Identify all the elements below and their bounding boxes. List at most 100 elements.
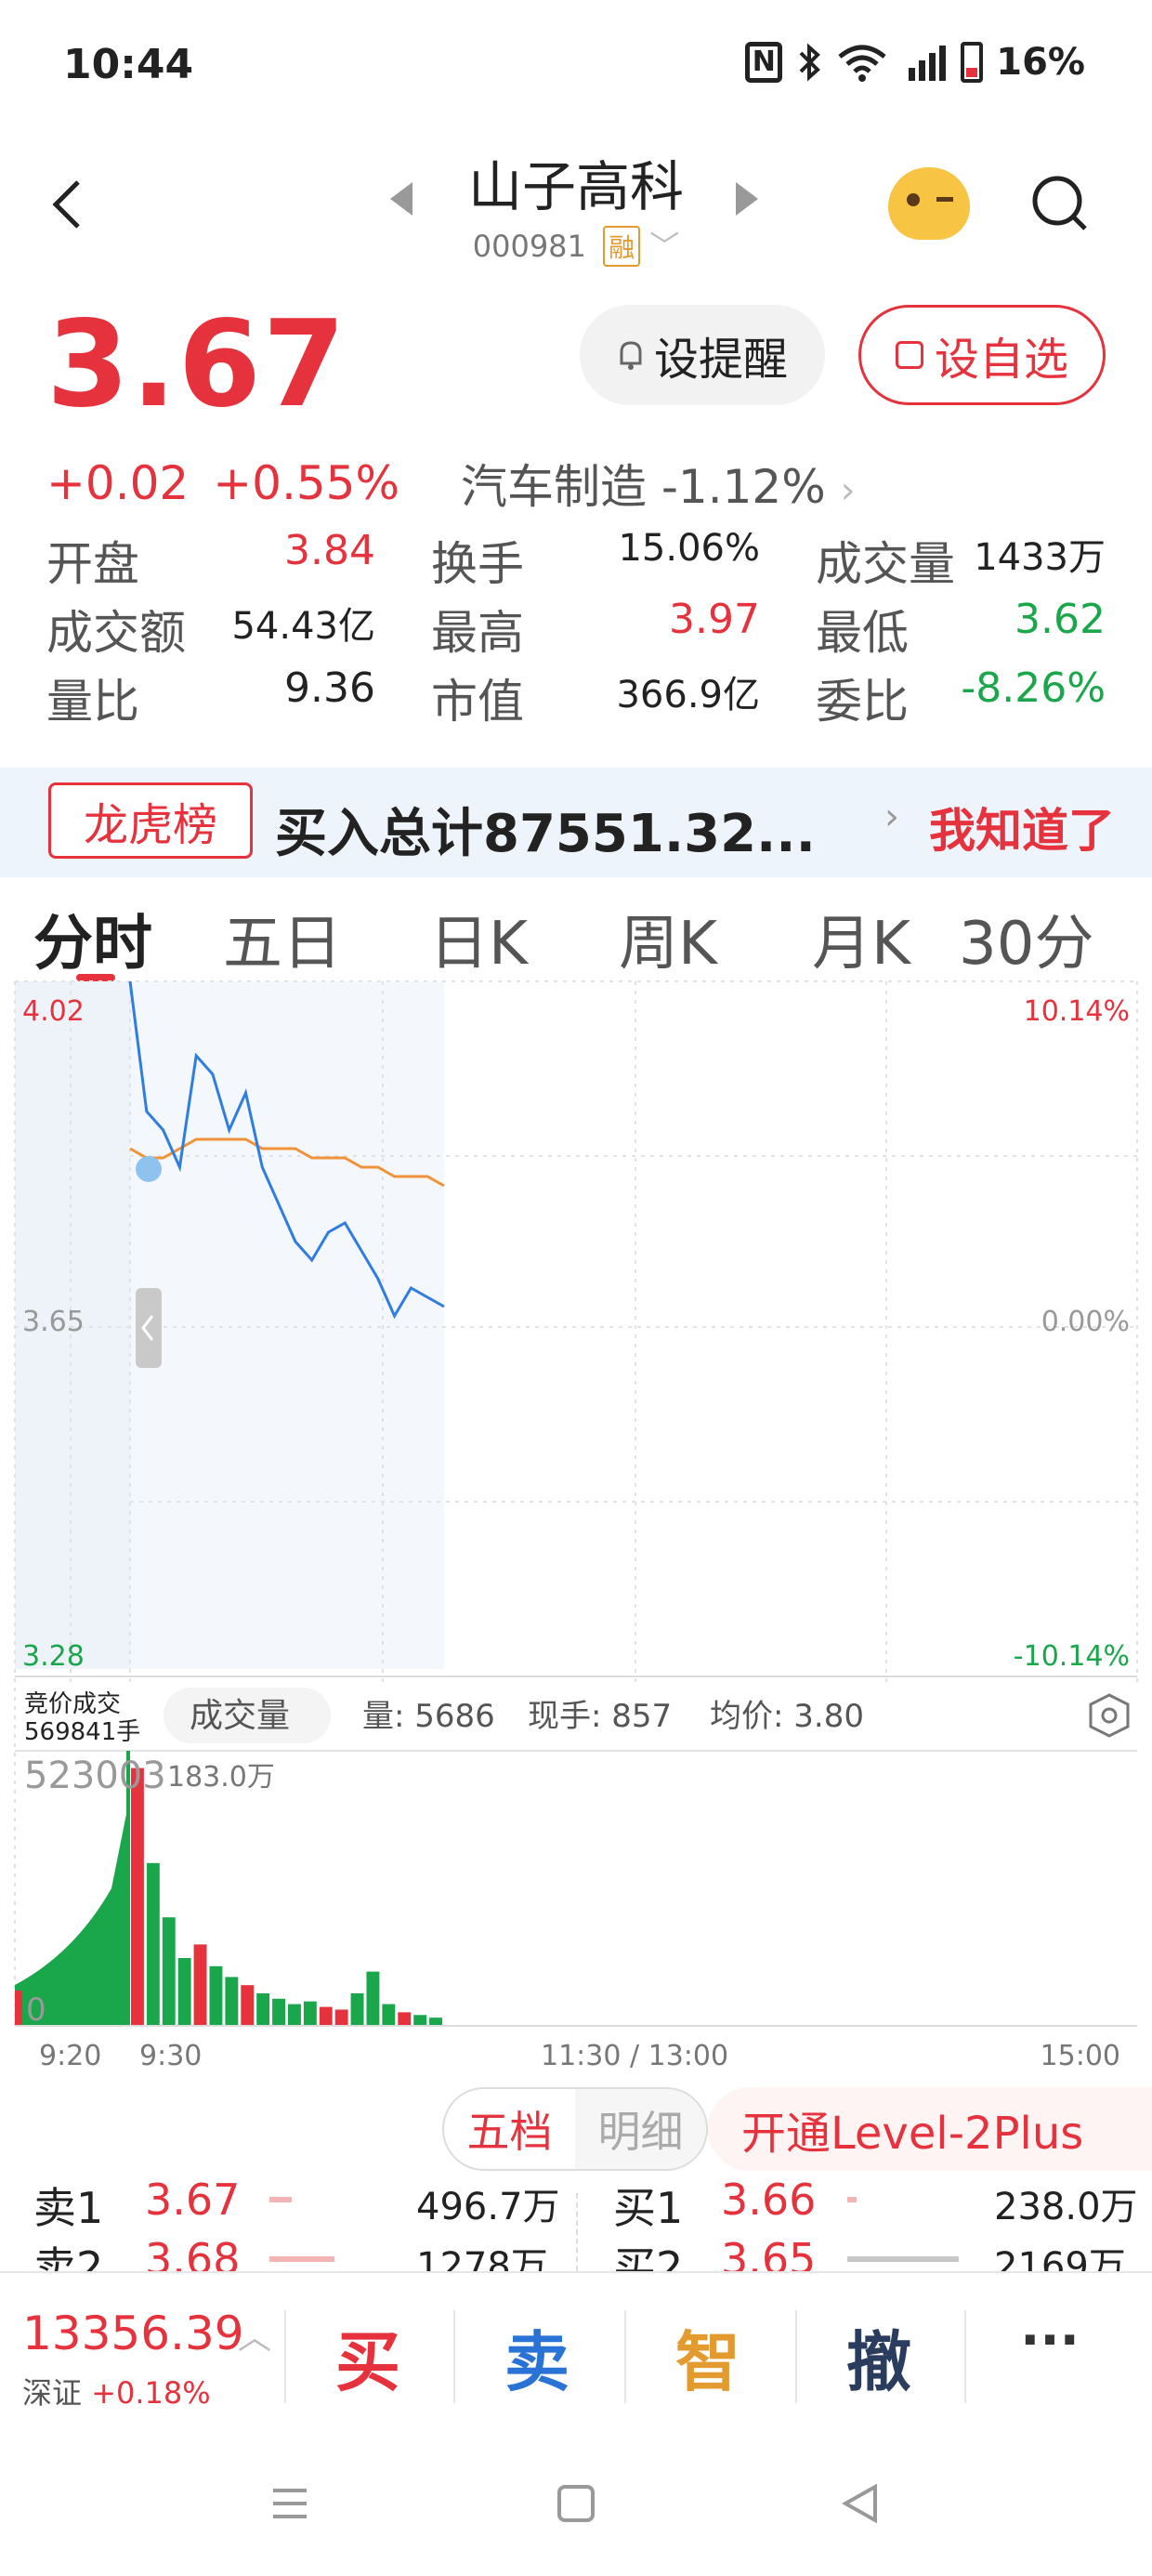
- back-nav-icon[interactable]: [840, 2483, 881, 2524]
- trade-marker-icon[interactable]: [136, 1156, 162, 1182]
- volume-bar: [366, 1971, 380, 2026]
- hand-info: 现手: 857: [528, 1698, 672, 1735]
- volume-bar: [146, 1862, 160, 2026]
- more-button[interactable]: ···: [966, 2310, 1133, 2371]
- banner-text: 买入总计87551.32...: [275, 804, 816, 864]
- index-name-row: 深证 +0.18%: [22, 2370, 211, 2412]
- sector-link[interactable]: 汽车制造 -1.12% ›: [461, 450, 856, 517]
- collapse-handle[interactable]: [136, 1288, 162, 1368]
- cancel-order-button[interactable]: 撤: [795, 2310, 962, 2404]
- home-icon[interactable]: [556, 2483, 596, 2524]
- buy2-bar: [847, 2256, 959, 2262]
- smart-button[interactable]: 智: [624, 2310, 792, 2404]
- orderbook-divider: [576, 2193, 578, 2271]
- sell1-vol: 496.7万: [416, 2186, 560, 2228]
- volume-bar: [225, 1977, 239, 2026]
- price-axis-mid: 3.65: [22, 1306, 85, 1338]
- volume-selector-label: 成交量: [190, 1697, 290, 1735]
- stats-row: 开盘 3.84 换手 15.06% 成交量 1433万: [46, 526, 1106, 595]
- sell1-bar: [269, 2197, 292, 2202]
- menu-icon[interactable]: [269, 2483, 310, 2524]
- add-favorite-button[interactable]: 设自选: [858, 305, 1106, 405]
- stats-row: 量比 9.36 市值 366.9亿 委比 -8.26%: [46, 664, 1106, 732]
- volume-bar: [256, 1993, 270, 2026]
- vol-top-left: 523003: [24, 1755, 166, 1797]
- orderbook-switch[interactable]: 五档 明细: [442, 2087, 708, 2171]
- bluetooth-icon: [799, 43, 821, 82]
- chevron-right-icon: ›: [840, 469, 856, 512]
- tab-monthly-k[interactable]: 月K: [812, 896, 910, 981]
- volume-bar: [429, 2017, 442, 2026]
- stat-turnover: 换手 15.06%: [431, 527, 816, 594]
- intraday-chart[interactable]: 4.02 3.65 3.28 10.14% 0.00% -10.14% 竞价成交…: [0, 978, 1152, 2093]
- tab-daily-k[interactable]: 日K: [429, 896, 528, 981]
- status-bar: 10:44 N 16%: [0, 0, 1152, 130]
- tab-intraday[interactable]: 分时: [33, 896, 152, 981]
- sell2-bar: [269, 2256, 334, 2262]
- sell-button[interactable]: 卖: [453, 2310, 621, 2404]
- stat-high: 最高 3.97: [431, 596, 816, 663]
- stat-volume-ratio: 量比 9.36: [46, 664, 431, 731]
- next-stock-button[interactable]: [736, 182, 758, 216]
- tab-weekly-k[interactable]: 周K: [619, 896, 717, 981]
- mascot-icon[interactable]: [888, 167, 970, 240]
- volume-bar: [162, 1917, 176, 2026]
- battery-icon: [961, 42, 984, 83]
- avg-info: 均价: 3.80: [710, 1698, 864, 1735]
- dismiss-banner-button[interactable]: 我知道了: [929, 794, 1115, 861]
- pct-axis-low: -10.14%: [1014, 1640, 1130, 1673]
- volume-bar: [398, 2012, 412, 2026]
- volume-bar: [334, 2009, 348, 2026]
- index-pct: +0.18%: [91, 2375, 211, 2411]
- change-row: +0.02 +0.55% 汽车制造 -1.12% ›: [46, 450, 856, 517]
- volume-bar: [288, 2004, 301, 2026]
- stat-label: 开盘: [46, 537, 139, 591]
- stat-open: 开盘 3.84: [46, 527, 431, 594]
- dragon-tiger-banner[interactable]: 龙虎榜 买入总计87551.32... › 我知道了: [0, 768, 1152, 877]
- buy1-bar: [847, 2197, 857, 2202]
- set-alert-button[interactable]: 设提醒: [580, 305, 825, 405]
- level2-upgrade-button[interactable]: 开通Level-2Plus: [708, 2087, 1152, 2171]
- stat-label: 市值: [431, 675, 524, 729]
- stat-value: -8.26%: [961, 664, 1106, 712]
- tab-details[interactable]: 明细: [575, 2089, 706, 2169]
- stock-name: 山子高科: [467, 155, 684, 218]
- system-nav-bar: [0, 2438, 1152, 2576]
- nfc-icon: N: [745, 42, 783, 83]
- chevron-up-icon[interactable]: ︿: [238, 2310, 271, 2359]
- wifi-icon: [838, 45, 886, 82]
- sector-pct: -1.12%: [661, 460, 826, 514]
- buy-button[interactable]: 买: [284, 2310, 452, 2404]
- trade-action-bar: 13356.39 ︿ 深证 +0.18% 买 卖 智 撤 ···: [0, 2271, 1152, 2438]
- stat-value: 366.9亿: [616, 674, 760, 716]
- tab-five-day[interactable]: 五日: [223, 896, 342, 981]
- add-favorite-label: 设自选: [934, 334, 1068, 386]
- chevron-right-icon: ›: [884, 795, 899, 838]
- quote-stats[interactable]: 开盘 3.84 换手 15.06% 成交量 1433万 成交额 54.43亿 最高 3.9…: [46, 526, 1106, 732]
- battery-level: 16%: [996, 41, 1085, 84]
- index-name: 深证: [22, 2375, 83, 2411]
- volume-bar: [413, 2015, 427, 2026]
- search-icon[interactable]: [1029, 173, 1089, 232]
- index-value[interactable]: 13356.39: [22, 2307, 244, 2360]
- level2-label: 开通Level-2Plus: [741, 2108, 1084, 2160]
- status-time: 10:44: [63, 41, 194, 88]
- stat-label: 成交额: [46, 606, 186, 660]
- stat-amount: 成交额 54.43亿: [46, 596, 431, 663]
- settings-icon[interactable]: [1089, 1693, 1130, 1738]
- stock-header: 山子高科 000981 融 ﹀: [0, 130, 1152, 279]
- stock-code-row[interactable]: 000981 融 ﹀: [0, 223, 1152, 267]
- time-label-920: 9:20: [39, 2040, 101, 2072]
- current-price: 3.67: [46, 296, 347, 434]
- volume-bar: [350, 1993, 364, 2026]
- status-icons: N 16%: [745, 41, 1085, 84]
- tab-30min[interactable]: 30分: [959, 896, 1093, 981]
- stat-value: 54.43亿: [231, 605, 375, 648]
- auction-qty: 569841手: [24, 1718, 140, 1746]
- stat-label: 换手: [431, 537, 524, 591]
- buy1-price: 3.66: [721, 2175, 817, 2225]
- tab-five-levels[interactable]: 五档: [444, 2089, 575, 2169]
- time-label-midday: 11:30 / 13:00: [541, 2040, 728, 2072]
- price-axis-high: 4.02: [22, 995, 85, 1028]
- cell-signal-icon: [909, 46, 947, 81]
